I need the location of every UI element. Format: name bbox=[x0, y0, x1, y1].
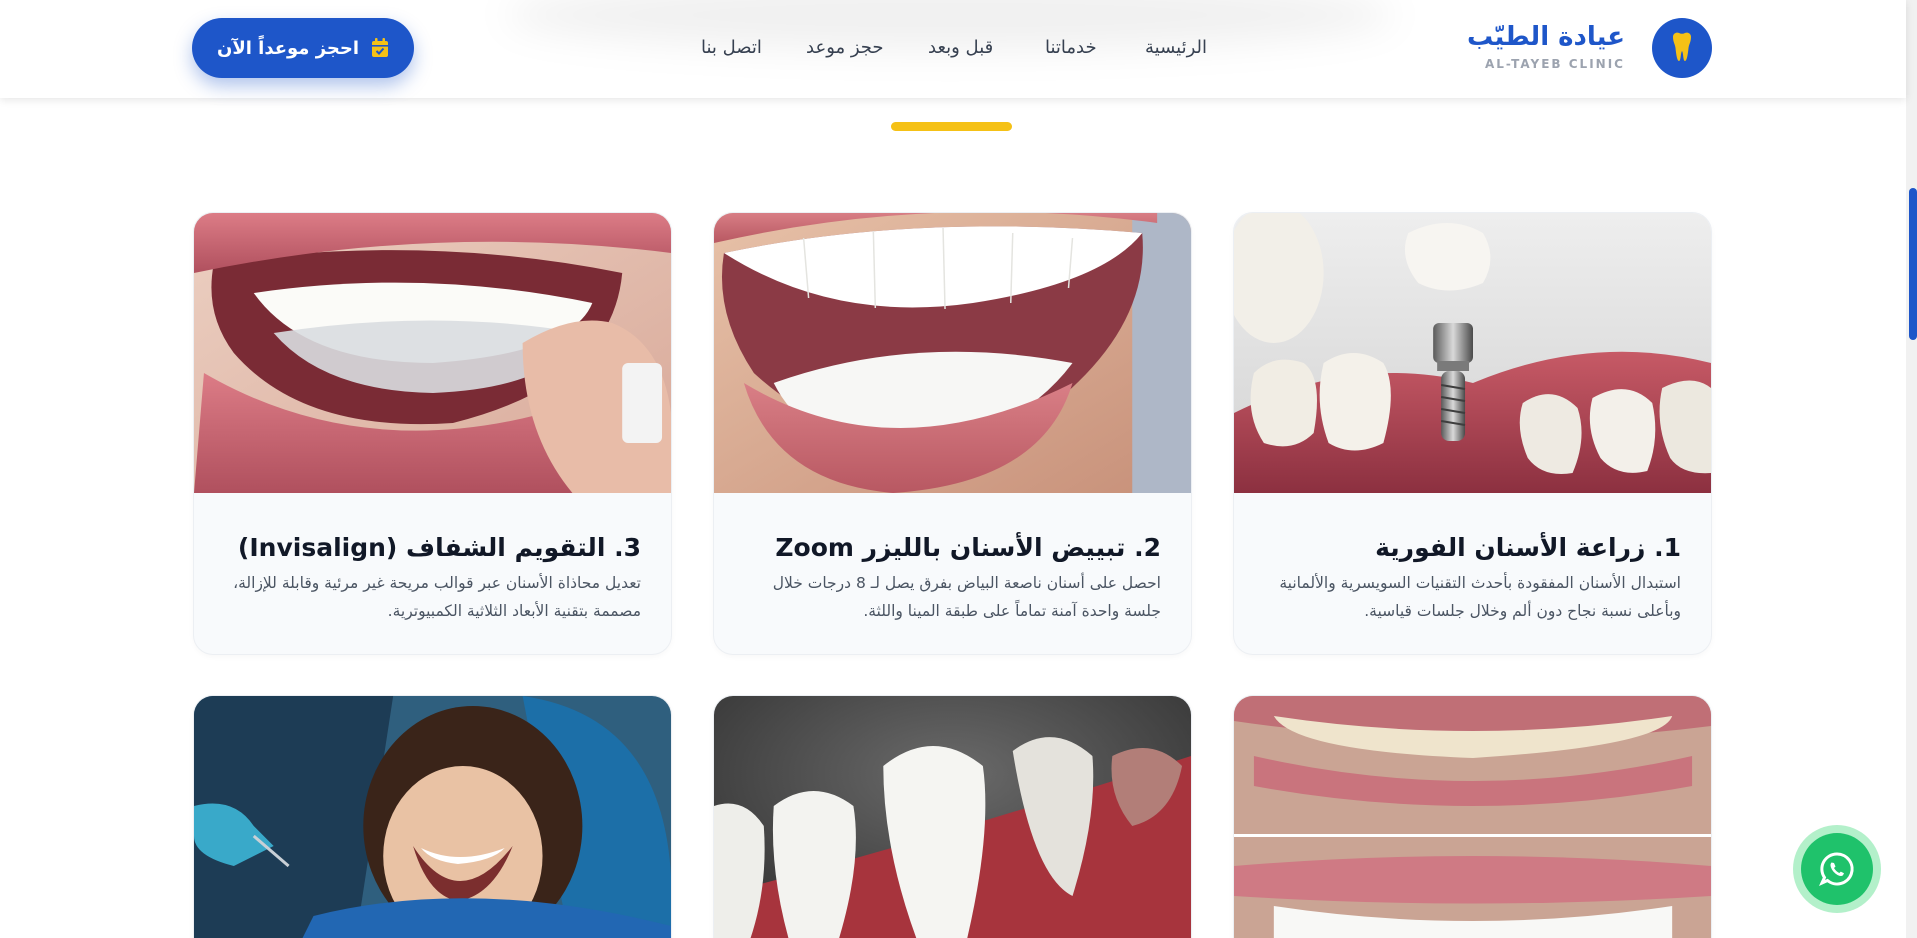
book-appointment-button[interactable]: احجز موعداً الآن bbox=[192, 18, 414, 78]
nav-contact[interactable]: اتصل بنا bbox=[701, 37, 762, 58]
scrollbar-thumb[interactable] bbox=[1909, 188, 1917, 340]
service-title: 2. تبييض الأسنان بالليزر Zoom bbox=[775, 533, 1161, 562]
site-header: عيادة الطيّب AL-TAYEB CLINIC الرئيسية خد… bbox=[0, 0, 1906, 98]
kids-dentistry-image bbox=[194, 696, 671, 938]
service-description: استبدال الأسنان المفقودة بأحدث التقنيات … bbox=[1279, 574, 1681, 620]
service-title: 1. زراعة الأسنان الفورية bbox=[1375, 533, 1681, 562]
service-card-whitening[interactable]: 2. تبييض الأسنان بالليزر Zoom احصل على أ… bbox=[713, 212, 1192, 655]
logo-badge[interactable] bbox=[1652, 18, 1712, 78]
service-card-invisalign[interactable]: 3. التقويم الشفاف (Invisalign) تعديل محا… bbox=[193, 212, 672, 655]
nav-services[interactable]: خدماتنا bbox=[1045, 37, 1097, 58]
service-card-implants[interactable]: 1. زراعة الأسنان الفورية استبدال الأسنان… bbox=[1233, 212, 1712, 655]
nav-book[interactable]: حجز موعد bbox=[806, 37, 884, 58]
whitening-image bbox=[714, 213, 1191, 493]
veneers-image bbox=[1234, 696, 1711, 938]
implant-image bbox=[1234, 213, 1711, 493]
service-description: تعديل محاذاة الأسنان عبر قوالب مريحة غير… bbox=[233, 574, 641, 620]
invisalign-image bbox=[194, 213, 671, 493]
nav-home[interactable]: الرئيسية bbox=[1145, 37, 1207, 58]
book-appointment-label: احجز موعداً الآن bbox=[216, 37, 360, 59]
whatsapp-button[interactable] bbox=[1801, 833, 1873, 905]
molars-image bbox=[714, 696, 1191, 938]
service-title: 3. التقويم الشفاف (Invisalign) bbox=[237, 533, 641, 562]
whatsapp-icon bbox=[1818, 852, 1854, 887]
tooth-icon bbox=[1673, 32, 1691, 61]
logo-subtitle: AL-TAYEB CLINIC bbox=[1485, 57, 1625, 71]
calendar-icon bbox=[372, 38, 389, 57]
service-description: احصل على أسنان ناصعة البياض بفرق يصل لـ … bbox=[772, 574, 1161, 620]
service-card-6[interactable] bbox=[193, 695, 672, 938]
service-card-5[interactable] bbox=[713, 695, 1192, 938]
service-card-4[interactable] bbox=[1233, 695, 1712, 938]
section-accent-bar bbox=[891, 122, 1012, 131]
nav-before-after[interactable]: قبل وبعد bbox=[928, 37, 993, 58]
logo-title[interactable]: عيادة الطيّب bbox=[1467, 22, 1625, 52]
scrollbar-track[interactable] bbox=[1906, 0, 1917, 938]
